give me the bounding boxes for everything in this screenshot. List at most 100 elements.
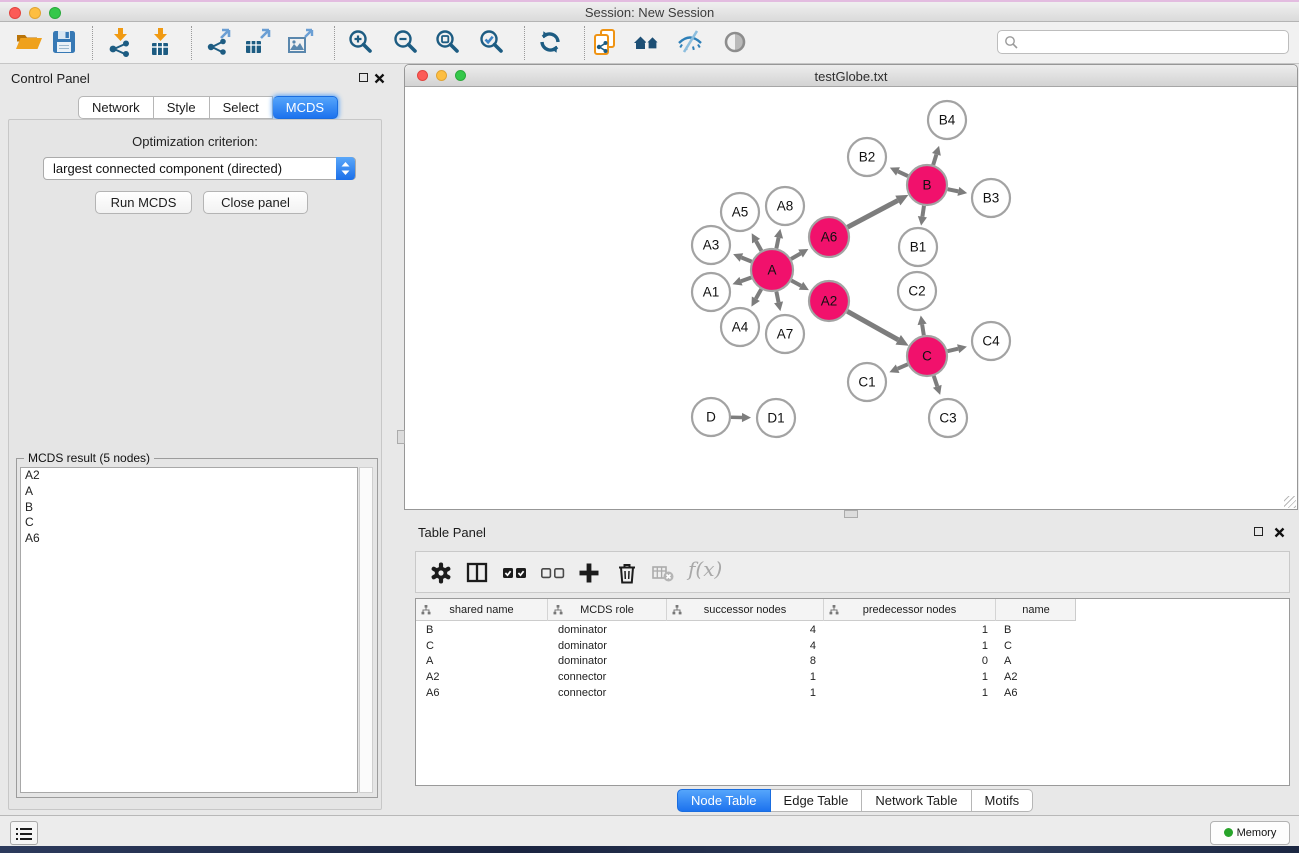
network-node-C[interactable]: C [907,336,947,376]
network-node-C1[interactable]: C1 [848,363,886,401]
open-session-icon[interactable] [14,27,44,59]
table-row[interactable]: A2connector11A2 [416,670,1289,686]
network-node-B[interactable]: B [907,165,947,205]
save-session-icon[interactable] [49,27,79,59]
table-row[interactable]: Adominator80A [416,654,1289,670]
zoom-in-icon[interactable] [346,27,376,59]
import-network-icon[interactable] [105,27,135,59]
select-all-rows-icon[interactable] [502,560,528,586]
network-edge[interactable] [898,171,908,176]
network-node-A6[interactable]: A6 [809,217,849,257]
first-neighbors-icon[interactable] [632,27,662,59]
zoom-out-icon[interactable] [391,27,421,59]
network-edge[interactable] [756,241,761,251]
mcds-result-item[interactable]: A6 [21,531,357,547]
mcds-result-item[interactable]: A [21,484,357,500]
network-node-C2[interactable]: C2 [898,272,936,310]
network-edge[interactable] [741,257,751,261]
table-row[interactable]: Bdominator41B [416,623,1289,639]
network-node-D1[interactable]: D1 [757,399,795,437]
network-edge[interactable] [776,238,778,249]
network-edge[interactable] [776,292,778,303]
horizontal-splitter-handle[interactable] [844,510,858,518]
tab-network-table[interactable]: Network Table [862,789,971,812]
tab-style[interactable]: Style [154,96,210,119]
network-node-B1[interactable]: B1 [899,228,937,266]
network-node-A2[interactable]: A2 [809,281,849,321]
refresh-icon[interactable] [535,27,565,59]
deselect-all-rows-icon[interactable] [540,560,566,586]
search-field[interactable] [997,30,1289,54]
network-edge[interactable] [922,206,924,217]
result-scrollbar[interactable] [359,467,373,793]
tab-node-table[interactable]: Node Table [677,789,771,812]
network-node-A1[interactable]: A1 [692,273,730,311]
tab-edge-table[interactable]: Edge Table [771,789,863,812]
network-edge[interactable] [922,324,924,335]
network-canvas[interactable]: B4 B2 B B3 A5A8A6 A3 B1 A A1 C2 A2 A4A7 C4 C C1 D D1 C3 [405,87,1297,509]
network-window-titlebar[interactable]: testGlobe.txt [405,65,1297,87]
network-node-B2[interactable]: B2 [848,138,886,176]
add-column-icon[interactable] [576,560,602,586]
export-image-icon[interactable] [286,27,316,59]
table-close-panel-icon[interactable] [1274,527,1285,538]
hide-selected-icon[interactable] [675,27,705,59]
network-edge[interactable] [948,189,959,191]
close-panel-icon[interactable] [374,73,385,84]
network-node-C3[interactable]: C3 [929,399,967,437]
network-node-D[interactable]: D [692,398,730,436]
network-edge[interactable] [791,253,801,259]
close-panel-button[interactable]: Close panel [203,191,308,214]
tab-mcds[interactable]: MCDS [273,96,338,119]
network-node-A8[interactable]: A8 [766,187,804,225]
table-float-panel-icon[interactable] [1254,527,1263,536]
memory-button[interactable]: Memory [1210,821,1290,845]
vertical-splitter-handle[interactable] [397,430,405,444]
column-header-mcds-role[interactable]: MCDS role [548,599,667,621]
run-mcds-button[interactable]: Run MCDS [95,191,192,214]
network-edge[interactable] [791,281,801,286]
node-table[interactable]: shared name MCDS role successor nodes pr… [415,598,1290,786]
network-edge[interactable] [847,311,898,340]
clone-network-icon[interactable] [590,27,620,59]
export-table-icon[interactable] [243,27,273,59]
tab-motifs[interactable]: Motifs [972,789,1034,812]
column-header-shared-name[interactable]: shared name [416,599,548,621]
search-input[interactable] [1022,32,1282,52]
export-network-icon[interactable] [205,27,235,59]
network-node-A7[interactable]: A7 [766,315,804,353]
delete-columns-icon[interactable] [614,560,640,586]
toggle-column-panel-icon[interactable] [464,560,490,586]
network-edge[interactable] [934,376,938,386]
mcds-result-item[interactable]: C [21,515,357,531]
task-history-button[interactable] [10,821,38,845]
network-node-A4[interactable]: A4 [721,308,759,346]
float-panel-icon[interactable] [359,73,368,82]
mcds-result-item[interactable]: A2 [21,468,357,484]
zoom-fit-icon[interactable] [433,27,463,59]
mcds-result-item[interactable]: B [21,500,357,516]
network-edge[interactable] [756,289,761,299]
network-node-C4[interactable]: C4 [972,322,1010,360]
mcds-result-list[interactable]: A2ABCA6 [20,467,358,793]
network-node-A[interactable]: A [751,249,793,291]
table-row[interactable]: A6connector11A6 [416,686,1289,702]
table-mode-gear-icon[interactable] [428,560,454,586]
network-node-B3[interactable]: B3 [972,179,1010,217]
tab-select[interactable]: Select [210,96,273,119]
network-node-A3[interactable]: A3 [692,226,730,264]
network-node-A5[interactable]: A5 [721,193,759,231]
column-header-name[interactable]: name [996,599,1076,621]
table-row[interactable]: Cdominator41C [416,639,1289,655]
network-edge[interactable] [947,349,958,352]
zoom-selected-icon[interactable] [477,27,507,59]
tab-network[interactable]: Network [78,96,154,119]
network-node-B4[interactable]: B4 [928,101,966,139]
import-table-icon[interactable] [145,27,175,59]
network-edge[interactable] [933,154,936,165]
column-header-predecessor-nodes[interactable]: predecessor nodes [824,599,996,621]
show-all-icon[interactable] [720,27,750,59]
network-edge[interactable] [898,364,908,368]
resize-grip-icon[interactable] [1284,496,1296,508]
criterion-dropdown[interactable]: largest connected component (directed) [43,157,356,180]
